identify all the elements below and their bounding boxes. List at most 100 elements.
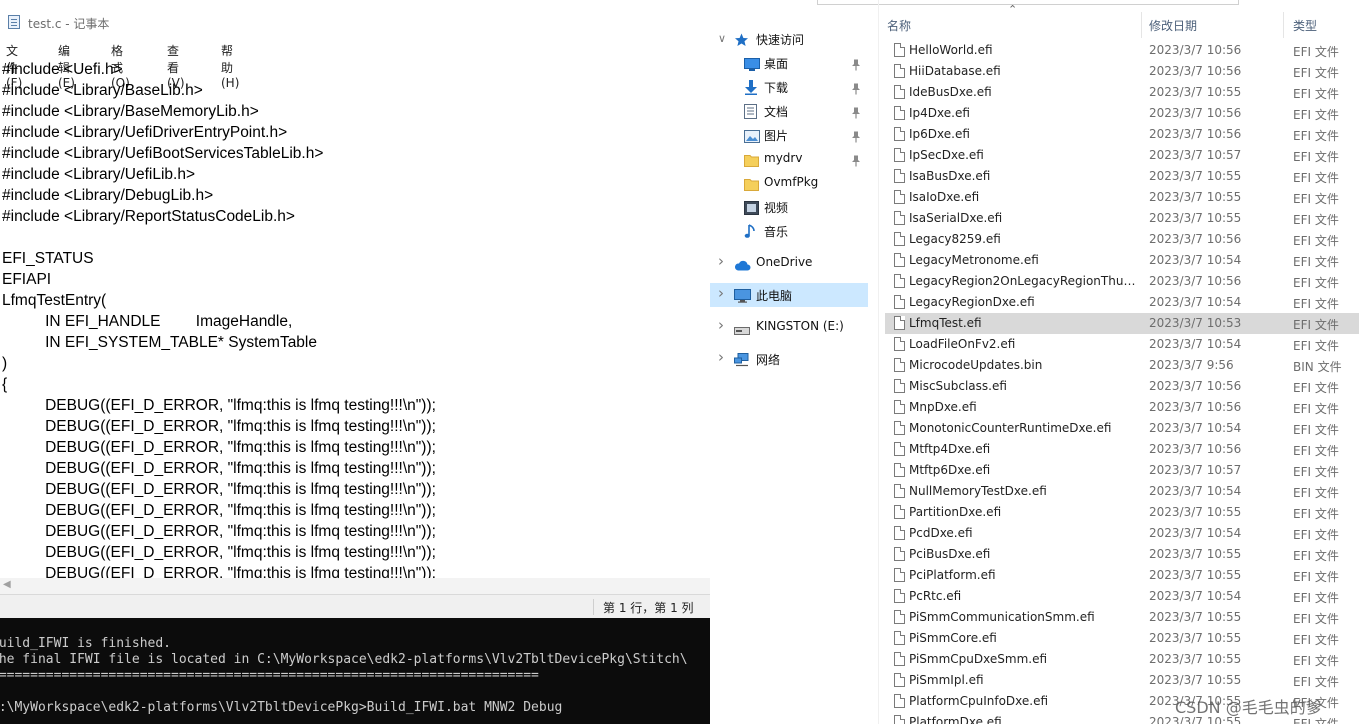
file-date: 2023/3/7 10:55 bbox=[1149, 568, 1242, 582]
chevron-right-icon[interactable]: › bbox=[718, 316, 724, 334]
file-type: EFI 文件 bbox=[1293, 423, 1339, 437]
file-name: HiiDatabase.efi bbox=[909, 64, 1001, 78]
code-line: ) bbox=[2, 355, 8, 372]
file-row[interactable]: HelloWorld.efi 2023/3/7 10:56 EFI 文件 bbox=[885, 40, 1359, 61]
file-row[interactable]: MonotonicCounterRuntimeDxe.efi 2023/3/7 1… bbox=[885, 418, 1359, 439]
computer-icon bbox=[734, 288, 751, 303]
code-line: EFIAPI bbox=[2, 271, 52, 288]
file-row[interactable]: IsaSerialDxe.efi 2023/3/7 10:55 EFI 文件 bbox=[885, 208, 1359, 229]
file-date: 2023/3/7 10:56 bbox=[1149, 106, 1242, 120]
header-date[interactable]: 修改日期 bbox=[1149, 17, 1197, 34]
file-row[interactable]: Legacy8259.efi 2023/3/7 10:56 EFI 文件 bbox=[885, 229, 1359, 250]
file-row[interactable]: LegacyRegionDxe.efi 2023/3/7 10:54 EFI 文件 bbox=[885, 292, 1359, 313]
pane-divider[interactable] bbox=[878, 0, 879, 724]
file-icon bbox=[894, 169, 905, 183]
file-date: 2023/3/7 10:54 bbox=[1149, 337, 1242, 351]
file-name: PiSmmCpuDxeSmm.efi bbox=[909, 652, 1048, 666]
file-row[interactable]: Ip6Dxe.efi 2023/3/7 10:56 EFI 文件 bbox=[885, 124, 1359, 145]
file-type: EFI 文件 bbox=[1293, 654, 1339, 668]
file-row[interactable]: MicrocodeUpdates.bin 2023/3/7 9:56 BIN 文件 bbox=[885, 355, 1359, 376]
file-date: 2023/3/7 10:55 bbox=[1149, 547, 1242, 561]
file-row[interactable]: PiSmmCommunicationSmm.efi 2023/3/7 10:55 E… bbox=[885, 607, 1359, 628]
code-line: #include <Library/UefiLib.h> bbox=[2, 166, 196, 183]
file-name: LfmqTest.efi bbox=[909, 316, 982, 330]
file-row[interactable]: PciBusDxe.efi 2023/3/7 10:55 EFI 文件 bbox=[885, 544, 1359, 565]
file-row[interactable]: IpSecDxe.efi 2023/3/7 10:57 EFI 文件 bbox=[885, 145, 1359, 166]
file-type: EFI 文件 bbox=[1293, 171, 1339, 185]
chevron-down-icon[interactable]: ∨ bbox=[718, 32, 726, 45]
nav-item[interactable]: mydrv bbox=[710, 147, 868, 171]
chevron-right-icon[interactable]: › bbox=[718, 348, 724, 366]
file-row[interactable]: IsaIoDxe.efi 2023/3/7 10:55 EFI 文件 bbox=[885, 187, 1359, 208]
notepad-titlebar[interactable]: test.c - 记事本 bbox=[0, 0, 710, 43]
file-icon bbox=[894, 652, 905, 666]
nav-item[interactable]: › OneDrive bbox=[710, 251, 868, 275]
file-row[interactable]: MnpDxe.efi 2023/3/7 10:56 EFI 文件 bbox=[885, 397, 1359, 418]
download-icon bbox=[744, 80, 759, 95]
file-date: 2023/3/7 10:54 bbox=[1149, 421, 1242, 435]
nav-item[interactable]: 桌面 bbox=[710, 51, 868, 75]
file-row[interactable]: PciPlatform.efi 2023/3/7 10:55 EFI 文件 bbox=[885, 565, 1359, 586]
file-type: EFI 文件 bbox=[1293, 528, 1339, 542]
nav-item-label: mydrv bbox=[764, 151, 803, 165]
statusbar-divider bbox=[593, 599, 594, 615]
notepad-text-area[interactable]: #include <Uefi.h> #include <Library/BaseL… bbox=[0, 60, 710, 578]
file-type: EFI 文件 bbox=[1293, 612, 1339, 626]
file-row[interactable]: PcRtc.efi 2023/3/7 10:54 EFI 文件 bbox=[885, 586, 1359, 607]
file-name: IsaBusDxe.efi bbox=[909, 169, 991, 183]
nav-item[interactable]: › 网络 bbox=[710, 347, 868, 371]
nav-item[interactable]: 音乐 bbox=[710, 219, 868, 243]
file-row[interactable]: LegacyRegion2OnLegacyRegionThun... 2023/3… bbox=[885, 271, 1359, 292]
file-icon bbox=[894, 190, 905, 204]
file-date: 2023/3/7 10:55 bbox=[1149, 610, 1242, 624]
file-type: EFI 文件 bbox=[1293, 255, 1339, 269]
file-date: 2023/3/7 10:55 bbox=[1149, 169, 1242, 183]
file-row[interactable]: LfmqTest.efi 2023/3/7 10:53 EFI 文件 bbox=[885, 313, 1359, 334]
file-row[interactable]: LegacyMetronome.efi 2023/3/7 10:54 EFI 文件 bbox=[885, 250, 1359, 271]
nav-item[interactable]: 图片 bbox=[710, 123, 868, 147]
file-row[interactable]: PartitionDxe.efi 2023/3/7 10:55 EFI 文件 bbox=[885, 502, 1359, 523]
file-row[interactable]: Mtftp6Dxe.efi 2023/3/7 10:57 EFI 文件 bbox=[885, 460, 1359, 481]
file-icon bbox=[894, 589, 905, 603]
chevron-right-icon[interactable]: › bbox=[718, 284, 724, 302]
file-icon bbox=[894, 274, 905, 288]
sort-ascending-icon: ⌃ bbox=[1008, 3, 1018, 16]
file-type: EFI 文件 bbox=[1293, 150, 1339, 164]
code-line: DEBUG((EFI_D_ERROR, "lfmq:this is lfmq t… bbox=[2, 565, 436, 578]
nav-item[interactable]: OvmfPkg bbox=[710, 171, 868, 195]
file-row[interactable]: PiSmmCore.efi 2023/3/7 10:55 EFI 文件 bbox=[885, 628, 1359, 649]
file-name: MiscSubclass.efi bbox=[909, 379, 1007, 393]
nav-item[interactable]: 文档 bbox=[710, 99, 868, 123]
nav-item[interactable]: › KINGSTON (E:) bbox=[710, 315, 868, 339]
file-date: 2023/3/7 10:57 bbox=[1149, 463, 1242, 477]
file-icon bbox=[894, 715, 905, 724]
header-type[interactable]: 类型 bbox=[1293, 17, 1317, 34]
notepad-window: test.c - 记事本 文件(F) 编辑(E) 格式(O) 查看(V) 帮助(… bbox=[0, 0, 711, 618]
notepad-app-icon bbox=[8, 15, 20, 29]
file-row[interactable]: PcdDxe.efi 2023/3/7 10:54 EFI 文件 bbox=[885, 523, 1359, 544]
chevron-right-icon[interactable]: › bbox=[718, 252, 724, 270]
file-row[interactable]: MiscSubclass.efi 2023/3/7 10:56 EFI 文件 bbox=[885, 376, 1359, 397]
scroll-left-icon[interactable]: ◀ bbox=[3, 579, 11, 590]
horizontal-scrollbar[interactable]: ◀ bbox=[0, 578, 710, 594]
header-divider[interactable] bbox=[1283, 12, 1284, 38]
file-row[interactable]: PiSmmIpl.efi 2023/3/7 10:55 EFI 文件 bbox=[885, 670, 1359, 691]
file-row[interactable]: NullMemoryTestDxe.efi 2023/3/7 10:54 EFI 文… bbox=[885, 481, 1359, 502]
file-row[interactable]: Mtftp4Dxe.efi 2023/3/7 10:56 EFI 文件 bbox=[885, 439, 1359, 460]
file-row[interactable]: HiiDatabase.efi 2023/3/7 10:56 EFI 文件 bbox=[885, 61, 1359, 82]
file-icon bbox=[894, 379, 905, 393]
file-row[interactable]: PiSmmCpuDxeSmm.efi 2023/3/7 10:55 EFI 文件 bbox=[885, 649, 1359, 670]
header-name[interactable]: 名称 bbox=[887, 17, 911, 34]
nav-item[interactable]: ∨ 快速访问 bbox=[710, 27, 868, 51]
header-divider[interactable] bbox=[1141, 12, 1142, 38]
nav-item[interactable]: 视频 bbox=[710, 195, 868, 219]
nav-item[interactable]: › 此电脑 bbox=[710, 283, 868, 307]
file-row[interactable]: IdeBusDxe.efi 2023/3/7 10:55 EFI 文件 bbox=[885, 82, 1359, 103]
nav-item[interactable]: 下载 bbox=[710, 75, 868, 99]
console-window[interactable]: Build_IFWI is finished. The final IFWI fi… bbox=[0, 618, 710, 724]
file-date: 2023/3/7 10:54 bbox=[1149, 295, 1242, 309]
file-row[interactable]: LoadFileOnFv2.efi 2023/3/7 10:54 EFI 文件 bbox=[885, 334, 1359, 355]
file-row[interactable]: Ip4Dxe.efi 2023/3/7 10:56 EFI 文件 bbox=[885, 103, 1359, 124]
file-type: EFI 文件 bbox=[1293, 381, 1339, 395]
file-row[interactable]: IsaBusDxe.efi 2023/3/7 10:55 EFI 文件 bbox=[885, 166, 1359, 187]
